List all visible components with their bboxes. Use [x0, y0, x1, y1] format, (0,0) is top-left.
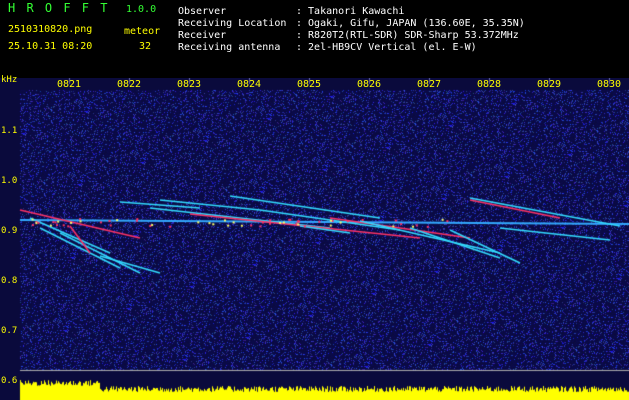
y-tick-5: 0.7: [1, 326, 18, 336]
x-tick-0830: 0830: [596, 79, 622, 90]
y-tick-6: 0.6: [1, 376, 18, 386]
observer-label: Observer: [178, 6, 227, 17]
x-tick-0827: 0827: [416, 79, 442, 90]
x-tick-0824: 0824: [236, 79, 262, 90]
spectrogram-canvas: [0, 78, 629, 400]
x-tick-0826: 0826: [356, 79, 382, 90]
y-tick-2: 1.0: [1, 176, 18, 186]
x-tick-0822: 0822: [116, 79, 142, 90]
antenna-label: Receiving antenna: [178, 42, 281, 53]
y-tick-3: 0.9: [1, 226, 18, 236]
filename: 2510310820.png: [8, 24, 93, 35]
meteor-count: 32: [139, 41, 152, 52]
datetime: 25.10.31 08:20: [8, 41, 93, 52]
location-value: : Ogaki, Gifu, JAPAN (136.60E, 35.35N): [296, 18, 525, 29]
x-tick-0823: 0823: [176, 79, 202, 90]
observer-value: : Takanori Kawachi: [296, 6, 405, 17]
antenna-value: : 2el-HB9CV Vertical (el. E-W): [296, 42, 477, 53]
y-tick-1: 1.1: [1, 126, 18, 136]
receiver-value: : R820T2(RTL-SDR) SDR-Sharp 53.372MHz: [296, 30, 519, 41]
app-version: 1.0.0: [126, 4, 157, 15]
app-name: H R O F F T: [8, 1, 110, 15]
header-panel: H R O F F T 1.0.0 2510310820.png meteor …: [0, 0, 629, 78]
x-tick-0821: 0821: [56, 79, 82, 90]
receiver-label: Receiver: [178, 30, 227, 41]
y-unit-label: kHz: [1, 75, 18, 85]
x-tick-0825: 0825: [296, 79, 322, 90]
x-tick-0829: 0829: [536, 79, 562, 90]
meteor-label: meteor: [124, 26, 161, 37]
location-label: Receiving Location: [178, 18, 287, 29]
x-tick-0828: 0828: [476, 79, 502, 90]
y-tick-4: 0.8: [1, 276, 18, 286]
